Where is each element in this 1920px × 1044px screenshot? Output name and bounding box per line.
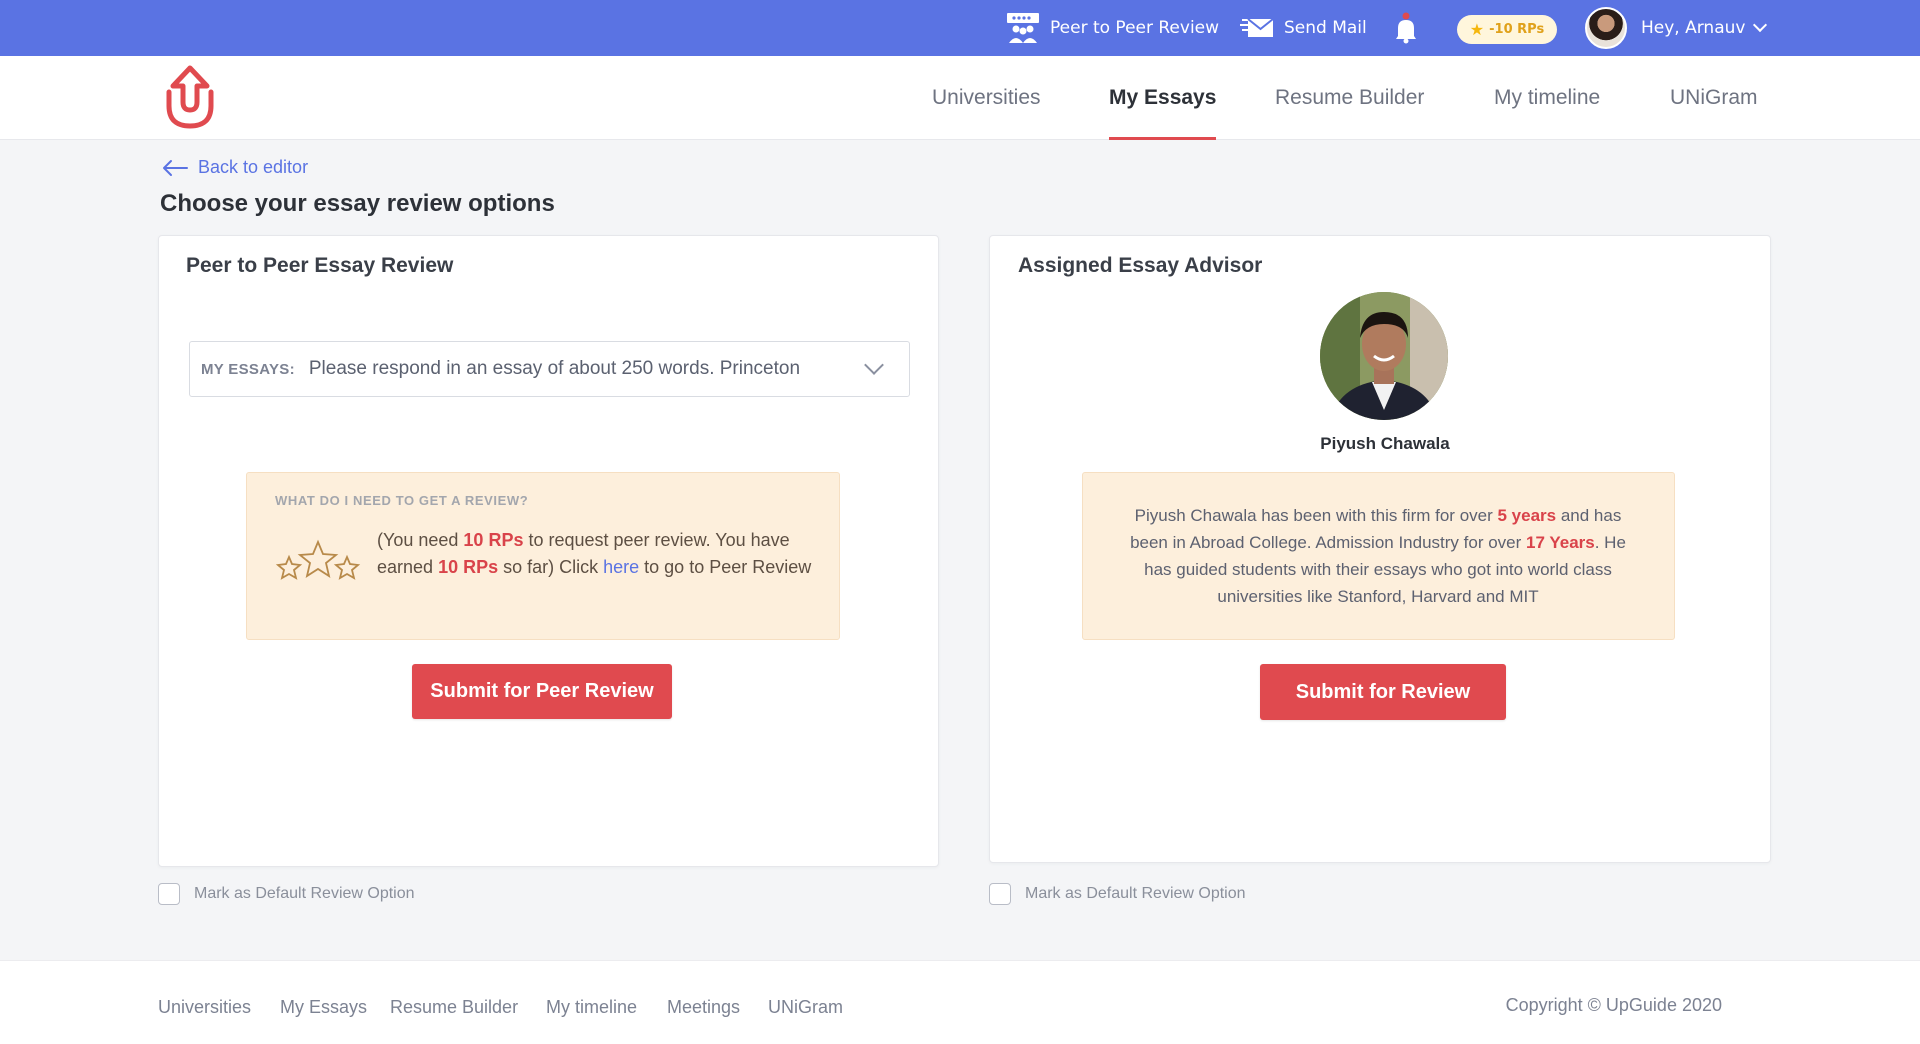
nav-my-essays-label: My Essays: [1109, 86, 1217, 109]
peer-review-card: Peer to Peer Essay Review MY ESSAYS: Ple…: [158, 235, 939, 867]
chevron-down-icon: [1753, 17, 1768, 33]
nav-universities[interactable]: Universities: [932, 56, 1041, 140]
advisor-card: Assigned Essay Advisor Piyush Chawala Pi…: [989, 235, 1771, 863]
chevron-down-icon: [864, 355, 884, 375]
advisor-default-option-label: Mark as Default Review Option: [1025, 885, 1246, 902]
rp-badge-value: -10 RPs: [1489, 22, 1545, 37]
active-tab-indicator: [1109, 137, 1217, 140]
back-to-editor-link[interactable]: Back to editor: [162, 157, 308, 178]
footer: Universities My Essays Resume Builder My…: [0, 960, 1920, 1044]
advisor-card-title: Assigned Essay Advisor: [1018, 254, 1263, 277]
back-label: Back to editor: [198, 157, 309, 177]
essay-select-label: MY ESSAYS:: [201, 360, 295, 378]
footer-universities[interactable]: Universities: [158, 997, 251, 1018]
nav-my-essays[interactable]: My Essays: [1109, 56, 1217, 140]
requirement-text-3: so far) Click: [498, 557, 604, 577]
user-greeting: Hey, Arnauv: [1641, 18, 1746, 38]
copyright: Copyright © UpGuide 2020: [1505, 995, 1722, 1015]
nav-my-timeline[interactable]: My timeline: [1494, 56, 1600, 140]
upguide-logo: [166, 65, 214, 129]
advisor-bio-box: Piyush Chawala has been with this firm f…: [1082, 472, 1675, 640]
submit-peer-review-button[interactable]: Submit for Peer Review: [412, 664, 672, 719]
nav-resume-builder[interactable]: Resume Builder: [1275, 56, 1424, 140]
essay-select[interactable]: MY ESSAYS: Please respond in an essay of…: [189, 341, 910, 397]
advisor-default-option-checkbox[interactable]: Mark as Default Review Option: [989, 883, 1246, 905]
footer-unigram[interactable]: UNiGram: [768, 997, 843, 1018]
requirement-text: (You need 10 RPs to request peer review.…: [377, 527, 817, 581]
requirement-text-4: to go to Peer Review: [639, 557, 812, 577]
footer-resume-builder[interactable]: Resume Builder: [390, 997, 518, 1018]
footer-my-essays[interactable]: My Essays: [280, 997, 367, 1018]
checkbox-box[interactable]: [158, 883, 180, 905]
mail-icon: [1240, 18, 1274, 37]
checkbox-box[interactable]: [989, 883, 1011, 905]
peer-card-title: Peer to Peer Essay Review: [186, 254, 454, 277]
peer-default-option-checkbox[interactable]: Mark as Default Review Option: [158, 883, 415, 905]
peer-group-icon: [1007, 13, 1039, 43]
peer-review-label: Peer to Peer Review: [1050, 18, 1220, 38]
notification-button[interactable]: [1394, 0, 1428, 56]
advisor-years-industry: 17 Years: [1526, 533, 1595, 552]
peer-review-here-link[interactable]: here: [603, 557, 639, 577]
user-menu[interactable]: Hey, Arnauv: [1585, 0, 1768, 56]
advisor-bio: Piyush Chawala has been with this firm f…: [1123, 502, 1633, 610]
earned-rps: 10 RPs: [438, 557, 499, 577]
send-mail-link[interactable]: Send Mail: [1240, 0, 1367, 56]
footer-my-timeline[interactable]: My timeline: [546, 997, 637, 1018]
nav-unigram[interactable]: UNiGram: [1670, 56, 1758, 140]
peer-review-link[interactable]: Peer to Peer Review: [1006, 0, 1219, 56]
required-rps: 10 RPs: [463, 530, 524, 550]
review-requirement-box: WHAT DO I NEED TO GET A REVIEW? (You nee…: [246, 472, 840, 640]
advisor-years-firm: 5 years: [1497, 506, 1557, 525]
requirement-heading: WHAT DO I NEED TO GET A REVIEW?: [275, 493, 529, 508]
rp-badge[interactable]: ★ -10 RPs: [1457, 15, 1557, 44]
advisor-portrait-image: [1320, 292, 1448, 420]
essay-select-value: Please respond in an essay of about 250 …: [308, 358, 801, 379]
page-title: Choose your essay review options: [160, 190, 555, 217]
stars-icon: [275, 539, 361, 580]
peer-default-option-label: Mark as Default Review Option: [194, 885, 415, 902]
submit-for-review-button[interactable]: Submit for Review: [1260, 664, 1506, 720]
advisor-photo: [1320, 292, 1448, 420]
advisor-bio-1: Piyush Chawala has been with this firm f…: [1134, 506, 1498, 525]
main-nav: Universities My Essays Resume Builder My…: [0, 56, 1920, 140]
footer-meetings[interactable]: Meetings: [667, 997, 740, 1018]
requirement-text-1: (You need: [377, 530, 464, 550]
arrow-left-icon: [163, 159, 188, 176]
avatar: [1585, 7, 1627, 49]
star-icon: ★: [1469, 20, 1485, 39]
bell-icon: [1396, 12, 1416, 44]
top-bar: Peer to Peer Review Send Mail ★ -10 RPs …: [0, 0, 1920, 56]
send-mail-label: Send Mail: [1284, 18, 1367, 38]
advisor-name: Piyush Chawala: [1320, 434, 1450, 453]
